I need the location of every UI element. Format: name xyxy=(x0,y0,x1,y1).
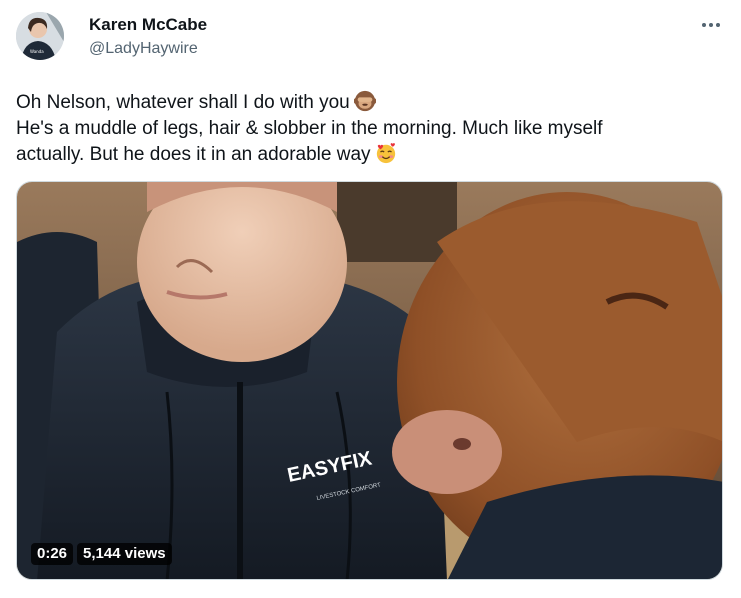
tweet-text: Oh Nelson, whatever shall I do with you … xyxy=(16,90,716,168)
tweet-line-3: actually. But he does it in an adorable … xyxy=(16,142,716,168)
tweet-line-1: Oh Nelson, whatever shall I do with you xyxy=(16,90,716,116)
more-options-button[interactable] xyxy=(696,12,726,38)
display-name[interactable]: Karen McCabe xyxy=(89,14,207,36)
more-icon xyxy=(702,23,720,27)
svg-text:Wanda: Wanda xyxy=(30,49,44,54)
tweet-line-1-text: Oh Nelson, whatever shall I do with you xyxy=(16,92,350,113)
author-info: Karen McCabe @LadyHaywire xyxy=(89,14,207,60)
avatar[interactable]: Wanda xyxy=(16,12,64,60)
tweet-line-2: He's a muddle of legs, hair & slobber in… xyxy=(16,118,603,139)
view-count: 5,144 views xyxy=(77,543,172,565)
video-player[interactable]: EASYFIX LIVESTOCK COMFORT 0:26 5,144 vie… xyxy=(16,181,723,580)
tweet: Wanda Karen McCabe @LadyHaywire Oh Nelso… xyxy=(0,0,741,598)
video-info-overlay: 0:26 5,144 views xyxy=(31,543,172,565)
avatar-photo: Wanda xyxy=(16,12,64,60)
video-duration: 0:26 xyxy=(31,543,74,565)
smiling-face-with-hearts-icon xyxy=(376,143,395,164)
video-frame: EASYFIX LIVESTOCK COMFORT xyxy=(17,182,722,579)
user-handle[interactable]: @LadyHaywire xyxy=(89,38,207,60)
tweet-line-3-text: actually. But he does it in an adorable … xyxy=(16,144,371,165)
see-no-evil-monkey-icon xyxy=(353,90,376,112)
